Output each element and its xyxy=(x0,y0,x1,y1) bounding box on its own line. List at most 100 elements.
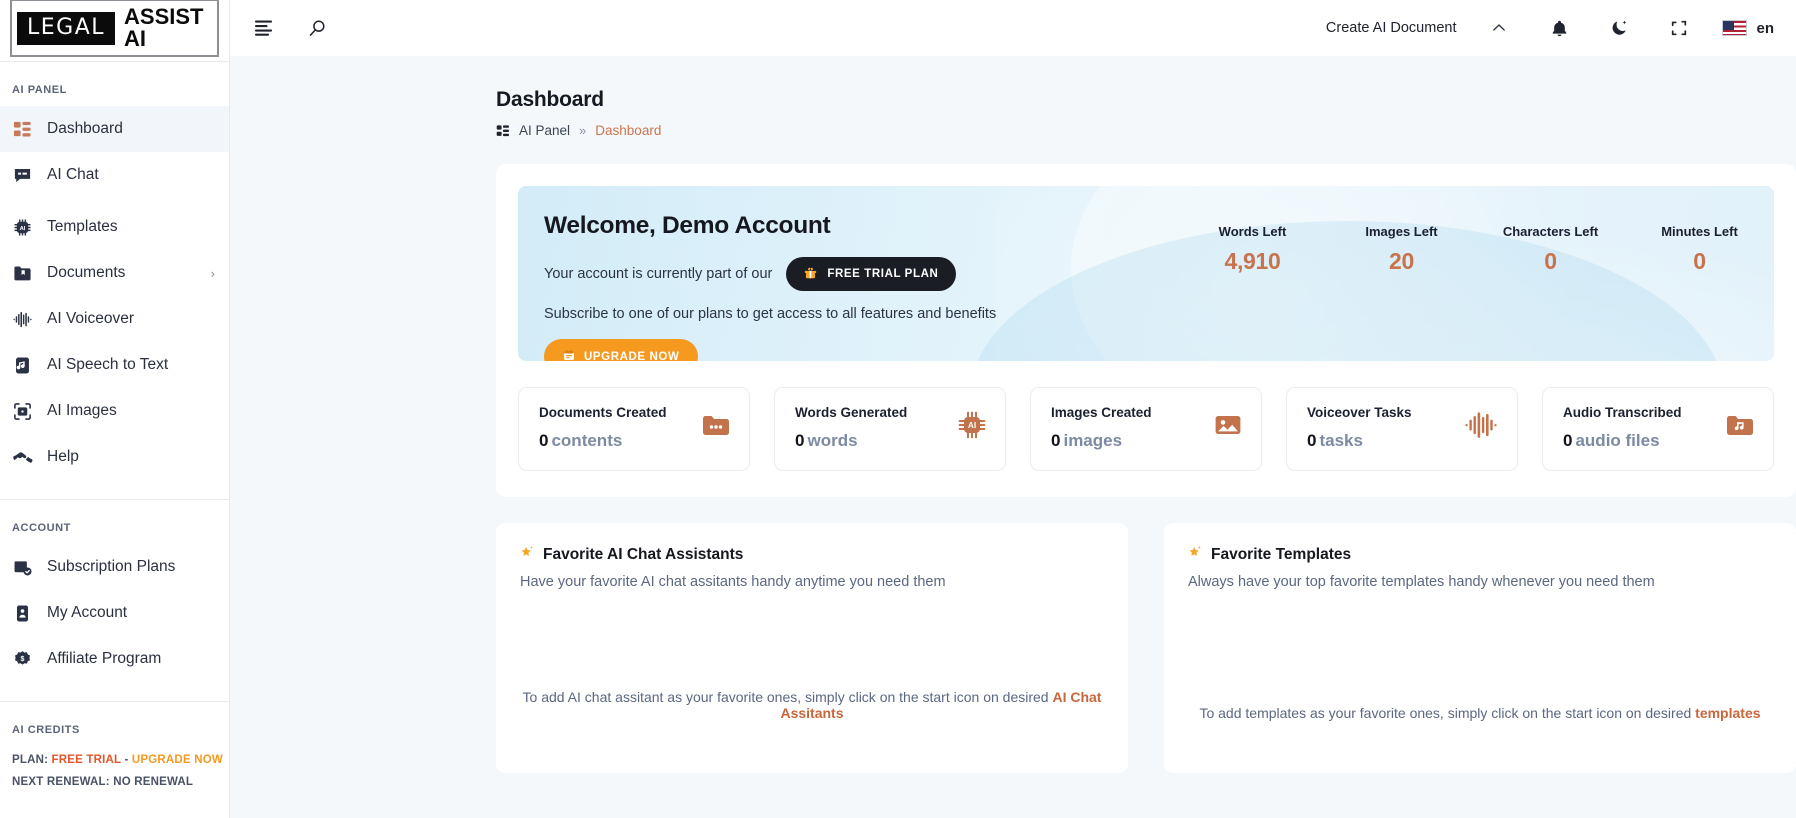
sidebar-item-label: AI Images xyxy=(47,402,117,419)
stat-card-documents-created: Documents Created 0 contents xyxy=(518,387,750,471)
stat-card-audio-transcribed: Audio Transcribed 0 audio files xyxy=(1542,387,1774,471)
banner-left: Welcome, Demo Account Your account is cu… xyxy=(518,186,1178,361)
chevron-up-icon[interactable] xyxy=(1482,11,1516,45)
sidebar-item-help[interactable]: Help xyxy=(0,434,229,480)
welcome-banner: Welcome, Demo Account Your account is cu… xyxy=(518,186,1774,361)
card-count: 0 xyxy=(539,430,549,450)
stat-card-voiceover-tasks: Voiceover Tasks 0 tasks xyxy=(1286,387,1518,471)
folder-doc-icon xyxy=(12,263,33,284)
card-title: Words Generated xyxy=(795,404,908,420)
sidebar-item-label: My Account xyxy=(47,604,128,621)
sidebar-item-dashboard[interactable]: Dashboard xyxy=(0,106,229,152)
plan-label: PLAN: xyxy=(12,754,49,766)
subscribe-sentence: Subscribe to one of our plans to get acc… xyxy=(544,306,997,322)
content-scroll: Dashboard AI Panel » Dashboard Welcome, … xyxy=(230,56,1796,818)
logo-dark-text: LEGAL xyxy=(17,11,116,45)
stat-card-words-generated: Words Generated 0 words AI xyxy=(774,387,1006,471)
calendar-icon xyxy=(563,349,575,361)
page-title: Dashboard xyxy=(496,88,604,111)
banner-stat-minutes-left: Minutes Left 0 xyxy=(1625,224,1774,275)
stat-value: 4,910 xyxy=(1224,248,1281,274)
svg-text:$: $ xyxy=(21,655,25,662)
hamburger-icon[interactable] xyxy=(248,11,282,45)
logo[interactable]: LEGAL ASSIST AI xyxy=(0,0,229,57)
card-unit: words xyxy=(807,430,858,450)
sidebar-item-affiliate-program[interactable]: $ Affiliate Program xyxy=(0,636,229,682)
ai-chip-icon: AI xyxy=(12,217,33,238)
fullscreen-icon[interactable] xyxy=(1662,11,1696,45)
empty-link[interactable]: templates xyxy=(1695,705,1760,721)
sidebar-item-my-account[interactable]: My Account xyxy=(0,590,229,636)
sidebar-section-account: ACCOUNT xyxy=(12,522,71,534)
stat-label: Minutes Left xyxy=(1661,224,1738,239)
plan-value: FREE TRIAL xyxy=(51,754,122,766)
favorite-subtitle: Always have your top favorite templates … xyxy=(1188,574,1655,590)
card-value: 0 audio files xyxy=(1563,431,1682,451)
moon-icon[interactable] xyxy=(1602,11,1636,45)
plan-row: Your account is currently part of our FR… xyxy=(544,257,1178,291)
folder-dots-icon xyxy=(701,410,731,445)
ai-credits-title: AI CREDITS xyxy=(12,724,80,736)
free-trial-plan-pill[interactable]: FREE TRIAL PLAN xyxy=(786,257,957,291)
bell-icon[interactable] xyxy=(1542,11,1576,45)
card-unit: tasks xyxy=(1319,430,1363,450)
sidebar-item-label: Subscription Plans xyxy=(47,558,176,575)
logo-light-text: ASSIST AI xyxy=(124,4,204,51)
search-icon[interactable] xyxy=(300,11,334,45)
favorite-empty-message: To add AI chat assitant as your favorite… xyxy=(496,689,1128,721)
waveform-icon xyxy=(1465,410,1499,445)
plan-upgrade-link[interactable]: UPGRADE NOW xyxy=(132,754,223,766)
language-selector[interactable]: en xyxy=(1722,20,1774,37)
breadcrumb-separator: » xyxy=(579,123,587,138)
upgrade-now-button[interactable]: UPGRADE NOW xyxy=(544,339,699,361)
banner-stat-words-left: Words Left 4,910 xyxy=(1178,224,1327,275)
favorite-templates-panel: Favorite Templates Always have your top … xyxy=(1164,523,1796,773)
stat-cards: Documents Created 0 contents Words Genera… xyxy=(518,387,1774,471)
stat-label: Words Left xyxy=(1218,224,1287,239)
chat-icon xyxy=(12,165,33,186)
app-root: LEGAL ASSIST AI AI PANEL Dashboard AI Ch… xyxy=(0,0,1796,818)
image-icon xyxy=(1213,410,1243,445)
sidebar-item-ai-speech-to-text[interactable]: AI Speech to Text xyxy=(0,342,229,388)
sidebar-divider-3 xyxy=(0,701,229,702)
box-check-icon xyxy=(12,557,33,578)
card-text: Documents Created 0 contents xyxy=(539,405,667,451)
plan-dash: - xyxy=(124,754,129,766)
banner-stats: Words Left 4,910 Images Left 20 Characte… xyxy=(1178,186,1774,361)
sidebar-item-templates[interactable]: AI Templates xyxy=(0,204,229,250)
create-ai-document-link[interactable]: Create AI Document xyxy=(1326,20,1457,36)
favorite-title: Favorite AI Chat Assistants xyxy=(543,545,744,563)
star-icon xyxy=(1188,545,1203,564)
gift-icon xyxy=(804,266,817,282)
sidebar-item-ai-images[interactable]: AI Images xyxy=(0,388,229,434)
dollar-badge-icon: $ xyxy=(12,649,33,670)
chevron-right-icon[interactable]: › xyxy=(211,266,215,281)
topbar-actions: en xyxy=(1482,11,1774,45)
language-label: en xyxy=(1756,19,1774,37)
sidebar-item-label: Help xyxy=(47,448,79,465)
sidebar-item-documents[interactable]: Documents › xyxy=(0,250,229,296)
banner-stat-characters-left: Characters Left 0 xyxy=(1476,224,1625,275)
sidebar-item-ai-chat[interactable]: AI Chat xyxy=(0,152,229,198)
stat-value: 0 xyxy=(1693,248,1706,274)
camera-scan-icon xyxy=(12,401,33,422)
sidebar-item-subscription-plans[interactable]: Subscription Plans xyxy=(0,544,229,590)
sidebar-item-label: Dashboard xyxy=(47,120,123,137)
breadcrumb: AI Panel » Dashboard xyxy=(230,112,1796,138)
favorite-title: Favorite Templates xyxy=(1211,545,1352,563)
svg-text:AI: AI xyxy=(968,420,976,430)
sidebar-item-ai-voiceover[interactable]: AI Voiceover xyxy=(0,296,229,342)
plan-sentence: Your account is currently part of our xyxy=(544,266,773,282)
us-flag-icon xyxy=(1722,20,1748,36)
card-title: Documents Created xyxy=(539,404,667,420)
svg-text:AI: AI xyxy=(20,225,26,231)
card-count: 0 xyxy=(1563,430,1573,450)
sidebar-item-label: AI Speech to Text xyxy=(47,356,169,373)
breadcrumb-root[interactable]: AI Panel xyxy=(519,123,570,138)
stat-card-images-created: Images Created 0 images xyxy=(1030,387,1262,471)
ai-credits-block: AI CREDITS PLAN: FREE TRIAL - UPGRADE NO… xyxy=(0,704,229,798)
sidebar-section-ai-panel: AI PANEL xyxy=(12,84,67,96)
card-unit: images xyxy=(1063,430,1123,450)
card-text: Words Generated 0 words xyxy=(795,405,907,451)
